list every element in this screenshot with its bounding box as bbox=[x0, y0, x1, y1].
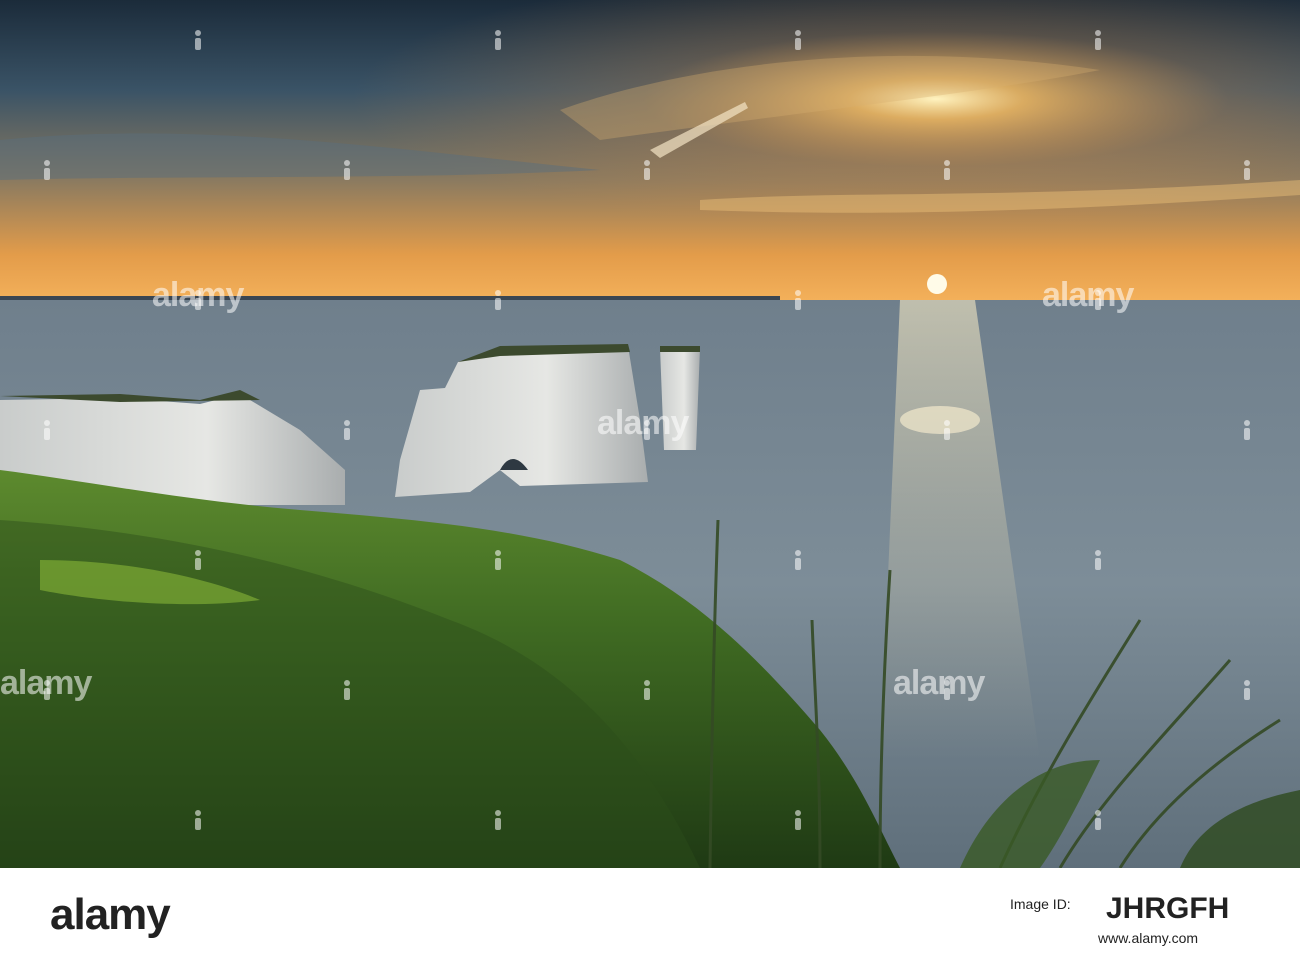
photo-illustration bbox=[0, 0, 1300, 868]
alamy-logo: alamy bbox=[50, 890, 171, 939]
image-id: JHRGFH bbox=[1106, 892, 1230, 925]
stock-photo-page: alamy alamy alamy alamy alamy alamy Imag… bbox=[0, 0, 1300, 956]
coastal-sunset-photo bbox=[0, 0, 1300, 868]
site-url: www.alamy.com bbox=[1098, 930, 1199, 946]
image-id-label: Image ID: bbox=[1010, 896, 1071, 912]
